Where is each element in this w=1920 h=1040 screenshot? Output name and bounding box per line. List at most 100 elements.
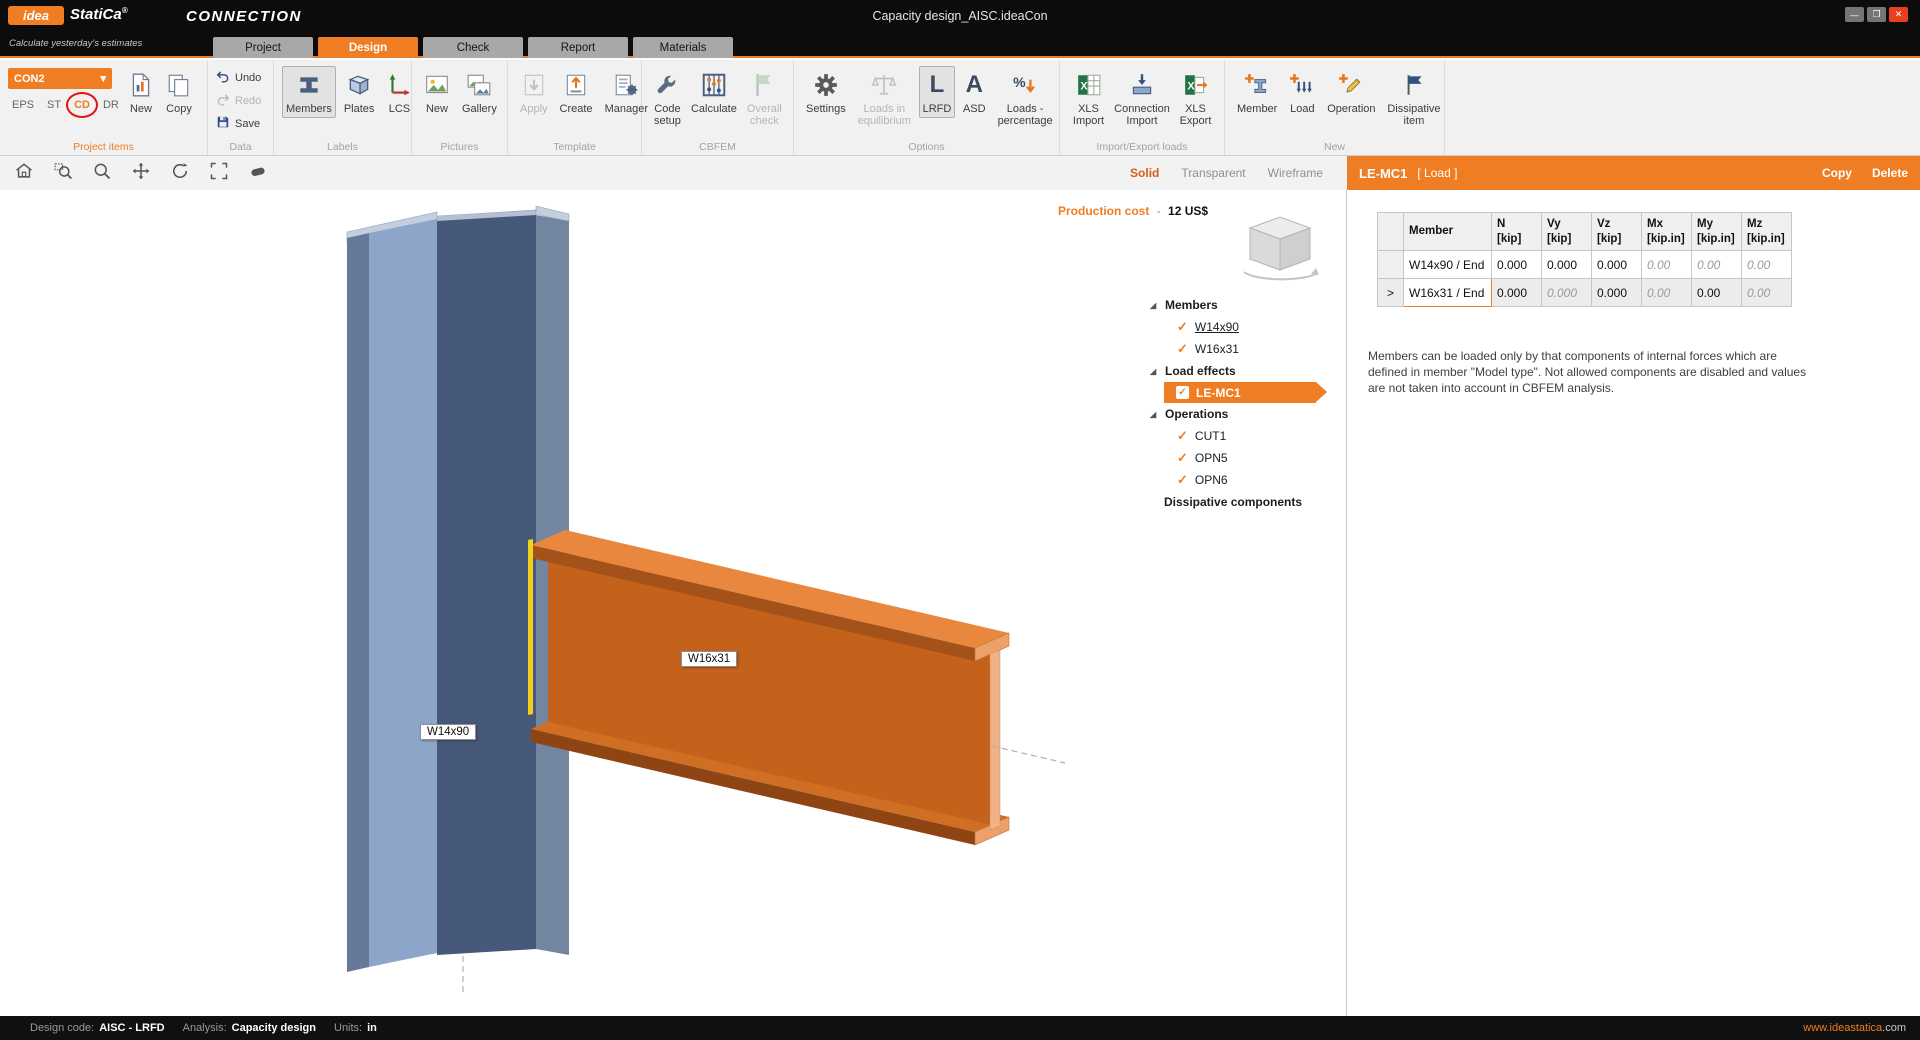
- maximize-button[interactable]: ❐: [1867, 7, 1886, 22]
- zoom-window-button[interactable]: [53, 162, 73, 183]
- zoom-button[interactable]: [92, 163, 112, 183]
- load-add-icon: [1289, 69, 1315, 101]
- tree-item-w14x90[interactable]: ✓ W14x90: [1150, 316, 1346, 338]
- new-dissipative-item-button[interactable]: Dissipative item: [1383, 66, 1444, 131]
- checkmark-icon[interactable]: ✓: [1177, 450, 1188, 466]
- tree-item-le-mc1-selected[interactable]: ✓ LE-MC1: [1164, 382, 1327, 403]
- lrfd-toggle[interactable]: L LRFD: [918, 66, 955, 119]
- xls-export-button[interactable]: X XLS Export: [1175, 66, 1216, 131]
- tab-check[interactable]: Check: [423, 37, 523, 58]
- expand-triangle-icon[interactable]: ◢: [1150, 301, 1165, 310]
- fit-view-button[interactable]: [209, 162, 229, 183]
- tree-section-operations[interactable]: ◢ Operations: [1150, 403, 1346, 425]
- new-operation-button[interactable]: Operation: [1323, 66, 1379, 118]
- home-view-button[interactable]: [14, 161, 34, 186]
- new-load-button[interactable]: Load: [1285, 66, 1319, 118]
- tree-section-members[interactable]: ◢ Members: [1150, 294, 1346, 316]
- pan-button[interactable]: [131, 162, 151, 183]
- tree-item-opn5[interactable]: ✓ OPN5: [1150, 447, 1346, 469]
- home-icon: [14, 161, 34, 186]
- settings-button[interactable]: Settings: [802, 66, 850, 118]
- tree-section-load-effects[interactable]: ◢ Load effects: [1150, 360, 1346, 382]
- member-cell-selected[interactable]: W16x31 / End: [1403, 278, 1492, 307]
- tree-item-cut1[interactable]: ✓ CUT1: [1150, 425, 1346, 447]
- code-setup-button[interactable]: Code setup: [650, 66, 685, 131]
- value-cell[interactable]: 0.000: [1591, 278, 1642, 307]
- value-cell[interactable]: 0.000: [1491, 278, 1542, 307]
- svg-text:%: %: [1013, 74, 1026, 90]
- copy-load-button[interactable]: Copy: [1822, 166, 1852, 180]
- value-cell-disabled: 0.00: [1741, 250, 1792, 279]
- overall-check-button[interactable]: Overall check: [743, 66, 786, 131]
- load-effects-table: Member N [kip] Vy [kip] Vz [kip] Mx [kip.in]…: [1377, 212, 1792, 307]
- tree-section-dissipative[interactable]: Dissipative components: [1150, 491, 1346, 513]
- delete-load-button[interactable]: Delete: [1872, 166, 1908, 180]
- expand-triangle-icon[interactable]: ◢: [1150, 410, 1165, 419]
- website-link[interactable]: www.ideastatica.com: [1803, 1022, 1906, 1034]
- picture-gallery-button[interactable]: Gallery: [458, 66, 501, 118]
- code-eps[interactable]: EPS: [12, 99, 34, 111]
- tab-report[interactable]: Report: [528, 37, 628, 58]
- code-cd[interactable]: CD: [66, 92, 99, 118]
- new-member-button[interactable]: Member: [1233, 66, 1281, 118]
- value-cell[interactable]: 0.000: [1541, 250, 1592, 279]
- mode-solid[interactable]: Solid: [1130, 166, 1159, 180]
- code-st[interactable]: ST: [47, 99, 61, 111]
- asd-toggle[interactable]: A ASD: [959, 66, 990, 118]
- value-cell[interactable]: 0.00: [1691, 278, 1742, 307]
- loads-percentage-button[interactable]: % Loads - percentage: [994, 66, 1057, 131]
- mode-wireframe[interactable]: Wireframe: [1268, 166, 1323, 180]
- nav-cube[interactable]: [1228, 208, 1332, 288]
- tab-materials[interactable]: Materials: [633, 37, 733, 58]
- calculate-button[interactable]: Calculate: [689, 66, 739, 118]
- template-apply-button[interactable]: Apply: [516, 66, 552, 118]
- xls-import-icon: X: [1076, 69, 1102, 101]
- checkmark-icon[interactable]: ✓: [1177, 472, 1188, 488]
- redo-button[interactable]: Redo: [216, 91, 261, 110]
- xls-import-button[interactable]: X XLS Import: [1068, 66, 1109, 131]
- mode-transparent[interactable]: Transparent: [1181, 166, 1245, 180]
- labels-plates-toggle[interactable]: Plates: [340, 66, 379, 118]
- code-dr[interactable]: DR: [103, 99, 119, 111]
- loads-equilibrium-button[interactable]: Loads in equilibrium: [854, 66, 915, 131]
- connection-import-button[interactable]: Connection Import: [1113, 66, 1171, 131]
- value-cell-disabled: 0.00: [1641, 278, 1692, 307]
- copy-project-item-button[interactable]: Copy: [162, 66, 196, 118]
- window-controls: — ❐ ✕: [1845, 7, 1908, 22]
- 3d-viewport[interactable]: Production cost - 12 US$ W14x90 W16x31 ◢…: [0, 190, 1347, 1016]
- load-panel-header: LE-MC1 [ Load ] Copy Delete: [1347, 156, 1920, 190]
- labels-members-toggle[interactable]: Members: [282, 66, 336, 119]
- table-header-row: Member N [kip] Vy [kip] Vz [kip] Mx [kip.in]…: [1377, 212, 1792, 251]
- units-label: Units:: [334, 1022, 363, 1034]
- logo-text: idea: [22, 8, 49, 23]
- member-label-column[interactable]: W14x90: [420, 724, 477, 740]
- value-cell[interactable]: 0.000: [1591, 250, 1642, 279]
- tab-project[interactable]: Project: [213, 37, 313, 58]
- table-row-selected[interactable]: > W16x31 / End 0.000 0.000 0.000 0.00 0.…: [1377, 278, 1792, 307]
- checkbox-checked-icon[interactable]: ✓: [1176, 386, 1189, 399]
- picture-new-button[interactable]: New: [420, 66, 454, 118]
- tab-design[interactable]: Design: [318, 37, 418, 58]
- member-cell[interactable]: W14x90 / End: [1403, 250, 1492, 279]
- undo-button[interactable]: Undo: [216, 68, 261, 87]
- template-create-button[interactable]: Create: [556, 66, 597, 118]
- new-project-item-label: New: [129, 103, 152, 115]
- tree-item-w16x31[interactable]: ✓ W16x31: [1150, 338, 1346, 360]
- rotate-button[interactable]: [170, 162, 190, 183]
- ribbon-tabs: Project Design Check Report Materials: [213, 37, 733, 58]
- minimize-button[interactable]: —: [1845, 7, 1864, 22]
- clip-view-button[interactable]: [248, 163, 268, 183]
- save-button[interactable]: Save: [216, 114, 261, 133]
- member-label-beam[interactable]: W16x31: [681, 651, 738, 667]
- close-button[interactable]: ✕: [1889, 7, 1908, 22]
- connection-selector[interactable]: CON2 ▾: [8, 68, 112, 89]
- new-project-item-button[interactable]: New: [124, 66, 158, 118]
- checkmark-icon[interactable]: ✓: [1177, 428, 1188, 444]
- table-row[interactable]: W14x90 / End 0.000 0.000 0.000 0.00 0.00…: [1377, 250, 1792, 279]
- checkmark-icon[interactable]: ✓: [1177, 341, 1188, 357]
- tree-item-opn6[interactable]: ✓ OPN6: [1150, 469, 1346, 491]
- expand-triangle-icon[interactable]: ◢: [1150, 367, 1165, 376]
- checkmark-icon[interactable]: ✓: [1177, 319, 1188, 335]
- value-cell[interactable]: 0.000: [1491, 250, 1542, 279]
- redo-icon: [216, 92, 230, 109]
